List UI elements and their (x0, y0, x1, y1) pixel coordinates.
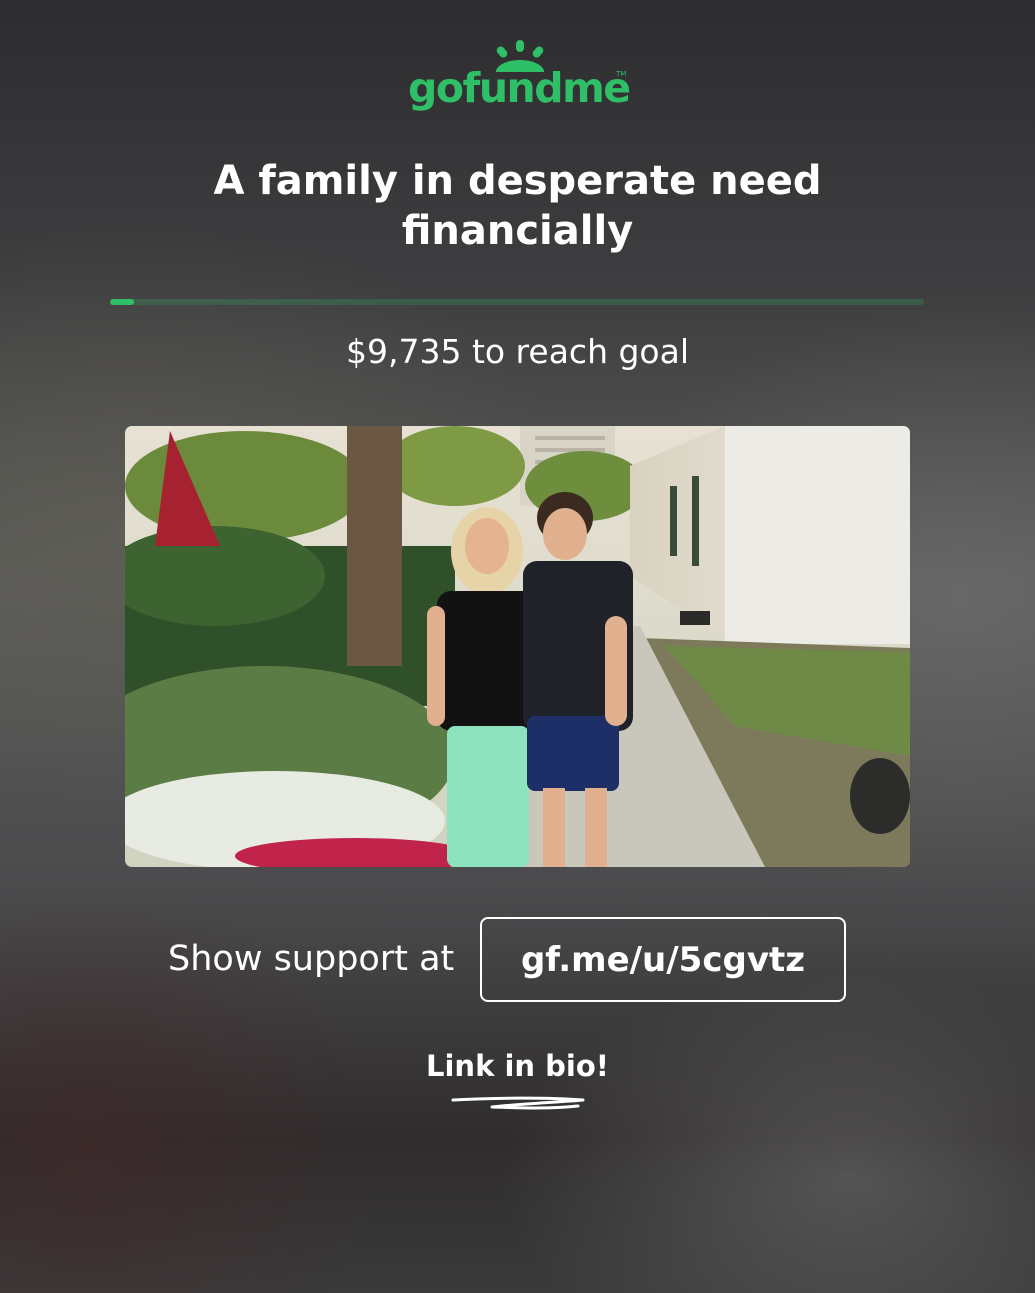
gofundme-logo: gofundme TM (408, 40, 631, 120)
campaign-photo-image (125, 426, 910, 867)
hand-drawn-underline-icon (451, 1096, 585, 1110)
trademark-mark: TM (616, 70, 627, 78)
progress-bar-fill (110, 299, 135, 305)
donation-link-button[interactable]: gf.me/u/5cgvtz (480, 917, 846, 1002)
link-in-bio-text: Link in bio! (426, 1049, 609, 1083)
show-support-label: Show support at (168, 939, 455, 979)
goal-remaining-text: $9,735 to reach goal (345, 332, 690, 371)
campaign-photo (125, 426, 910, 867)
progress-bar (110, 299, 924, 305)
logo-wordmark: gofundme (408, 64, 631, 112)
campaign-title: A family in desperate need financially (213, 158, 822, 254)
